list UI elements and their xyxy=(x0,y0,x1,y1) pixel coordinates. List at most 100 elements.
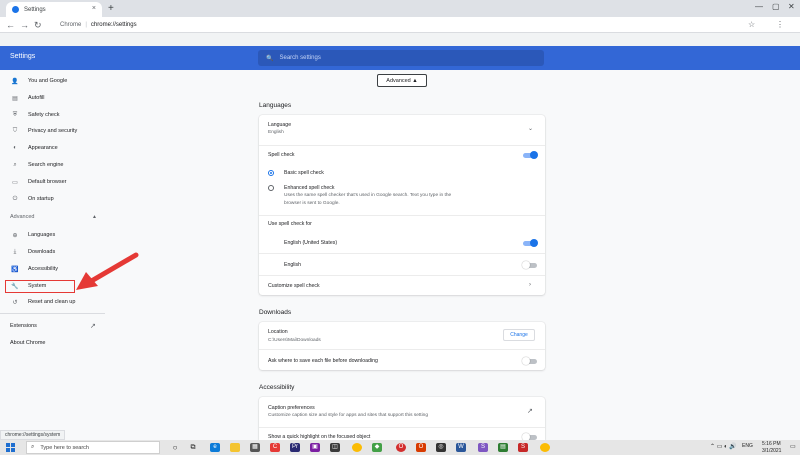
caption-preferences-row[interactable]: Caption preferences Customize caption si… xyxy=(259,397,545,427)
basic-spell-check-radio[interactable] xyxy=(268,170,274,176)
sidebar-item-safety-check[interactable]: ⛨ Safety check xyxy=(10,109,60,121)
office-icon[interactable]: O xyxy=(416,443,426,452)
opera-icon[interactable]: O xyxy=(396,443,406,452)
autofill-icon: ▤ xyxy=(12,95,18,102)
word-icon[interactable]: W xyxy=(456,443,466,452)
lang-en-toggle[interactable] xyxy=(522,261,537,269)
sidebar-item-label: Default browser xyxy=(28,179,67,185)
sidebar-item-default-browser[interactable]: ▭ Default browser xyxy=(10,176,67,188)
enhanced-spell-check-label: Enhanced spell check xyxy=(284,185,335,191)
spell-check-label: Spell check xyxy=(268,152,295,158)
app-icon[interactable]: ▣ xyxy=(310,443,320,452)
tab-settings[interactable]: Settings × xyxy=(6,2,102,17)
sidebar-item-extensions[interactable]: Extensions xyxy=(10,320,37,332)
location-row: Location C:\Users\Mai\Downloads Change xyxy=(259,322,545,349)
sidebar-item-reset[interactable]: ↺ Reset and clean up xyxy=(10,296,75,308)
chrome-site-label: Chrome xyxy=(60,22,82,28)
sidebar-item-on-startup[interactable]: ⏻ On startup xyxy=(10,193,54,205)
accessibility-icon: ♿ xyxy=(11,266,19,273)
sheets-icon[interactable]: ▤ xyxy=(498,443,508,452)
location-label: Location xyxy=(268,329,288,335)
sidebar-item-label: Downloads xyxy=(28,249,56,255)
lang-us-label: English (United States) xyxy=(284,240,338,246)
windows-start-icon[interactable] xyxy=(6,443,15,452)
spell-check-toggle[interactable] xyxy=(523,151,538,159)
ask-where-toggle[interactable] xyxy=(522,357,537,365)
close-window-button[interactable]: ✕ xyxy=(788,2,795,11)
taskbar-date[interactable]: 3/1/2021 xyxy=(762,448,781,454)
language-label: Language xyxy=(268,122,292,128)
minimize-button[interactable]: — xyxy=(755,2,763,11)
enhanced-spell-check-radio[interactable] xyxy=(268,185,274,191)
app-icon[interactable]: ◎ xyxy=(436,443,446,452)
palette-icon: ◐ xyxy=(13,145,17,151)
sidebar-item-autofill[interactable]: ▤ Autofill xyxy=(10,92,44,104)
tab-close-icon[interactable]: × xyxy=(92,5,96,12)
external-link-icon[interactable]: ↗ xyxy=(527,407,533,415)
chevron-right-icon: › xyxy=(529,282,531,288)
app-icon[interactable]: C xyxy=(270,443,280,452)
spell-check-row: Spell check xyxy=(259,145,545,164)
premiere-icon[interactable]: Pr xyxy=(290,443,300,452)
file-explorer-icon[interactable] xyxy=(230,443,240,452)
cortana-icon[interactable]: ○ xyxy=(170,443,180,452)
taskbar-search-placeholder: Type here to search xyxy=(40,444,89,451)
notification-icon[interactable]: ▭ xyxy=(790,443,796,450)
chrome-icon[interactable] xyxy=(540,443,550,452)
app-icon[interactable]: ◫ xyxy=(330,443,340,452)
caption-preferences-label: Caption preferences xyxy=(268,405,315,411)
sidebar-item-downloads[interactable]: ⤓ Downloads xyxy=(10,246,56,258)
menu-icon[interactable]: ⋮ xyxy=(776,20,784,30)
basic-spell-check-label: Basic spell check xyxy=(284,170,324,176)
sidebar-item-label: Languages xyxy=(28,232,56,238)
lang-en-row: English xyxy=(259,253,545,275)
app-icon[interactable]: S xyxy=(518,443,528,452)
task-view-icon[interactable]: ⧉ xyxy=(188,443,198,452)
ask-where-label: Ask where to save each file before downl… xyxy=(268,358,378,364)
forward-button[interactable]: → xyxy=(20,20,29,30)
taskbar-time[interactable]: 5:16 PM xyxy=(762,441,781,447)
sidebar-item-accessibility[interactable]: ♿ Accessibility xyxy=(10,263,58,275)
app-icon[interactable]: ◆ xyxy=(372,443,382,452)
person-icon: 👤 xyxy=(11,78,19,85)
sidebar-item-languages[interactable]: ⊕ Languages xyxy=(10,229,55,241)
edge-icon[interactable]: e xyxy=(210,443,220,452)
windows-taskbar: ⌕ Type here to search ○ ⧉ e ▦ C Pr ▣ ◫ ◆… xyxy=(0,440,800,455)
store-icon[interactable]: ▦ xyxy=(250,443,260,452)
chevron-up-icon[interactable]: ▲ xyxy=(92,214,97,220)
app-icon[interactable]: S xyxy=(478,443,488,452)
bookmark-star-icon[interactable]: ☆ xyxy=(748,20,755,30)
search-settings-input[interactable]: 🔍 Search settings xyxy=(258,50,544,66)
sidebar-item-search-engine[interactable]: ⌕ Search engine xyxy=(10,159,63,171)
maximize-button[interactable]: ▢ xyxy=(772,2,780,11)
sidebar-item-about-chrome[interactable]: About Chrome xyxy=(10,337,45,349)
reload-button[interactable]: ↻ xyxy=(34,20,42,30)
address-bar[interactable]: Chrome | chrome://settings xyxy=(60,19,780,31)
sidebar-item-label: Search engine xyxy=(28,162,64,168)
settings-header: Settings 🔍 Search settings xyxy=(0,46,800,70)
back-button[interactable]: ← xyxy=(6,20,15,30)
chevron-down-icon[interactable]: ⌄ xyxy=(528,125,533,132)
language-row[interactable]: Language English ⌄ xyxy=(259,115,545,145)
advanced-button[interactable]: Advanced ▲ xyxy=(377,74,427,87)
sidebar-item-you-and-google[interactable]: 👤 You and Google xyxy=(10,75,67,87)
sidebar-item-appearance[interactable]: ◐ Appearance xyxy=(10,142,57,154)
system-tray-icons[interactable]: ⌃ ▭ ◐ 🔊 xyxy=(710,443,737,450)
advanced-section-label[interactable]: Advanced xyxy=(10,214,34,220)
chrome-icon[interactable] xyxy=(352,443,362,452)
external-link-icon[interactable]: ↗ xyxy=(90,322,96,330)
power-icon: ⏻ xyxy=(12,195,18,202)
omnibox-separator: | xyxy=(85,22,87,28)
sidebar-item-privacy[interactable]: ⛉ Privacy and security xyxy=(10,125,77,137)
lang-en-label: English xyxy=(284,262,302,268)
language-indicator[interactable]: ENG xyxy=(742,443,753,449)
sidebar-item-label: Extensions xyxy=(10,323,37,329)
change-location-button[interactable]: Change xyxy=(503,329,535,341)
new-tab-button[interactable]: + xyxy=(108,3,114,14)
lang-us-toggle[interactable] xyxy=(523,239,538,247)
globe-icon: ⊕ xyxy=(12,232,18,239)
customize-spell-check-label: Customize spell check xyxy=(268,283,320,289)
customize-spell-check-row[interactable]: Customize spell check › xyxy=(259,275,545,295)
taskbar-search-input[interactable]: ⌕ Type here to search xyxy=(26,441,160,454)
use-spell-check-for-label: Use spell check for xyxy=(268,221,312,227)
